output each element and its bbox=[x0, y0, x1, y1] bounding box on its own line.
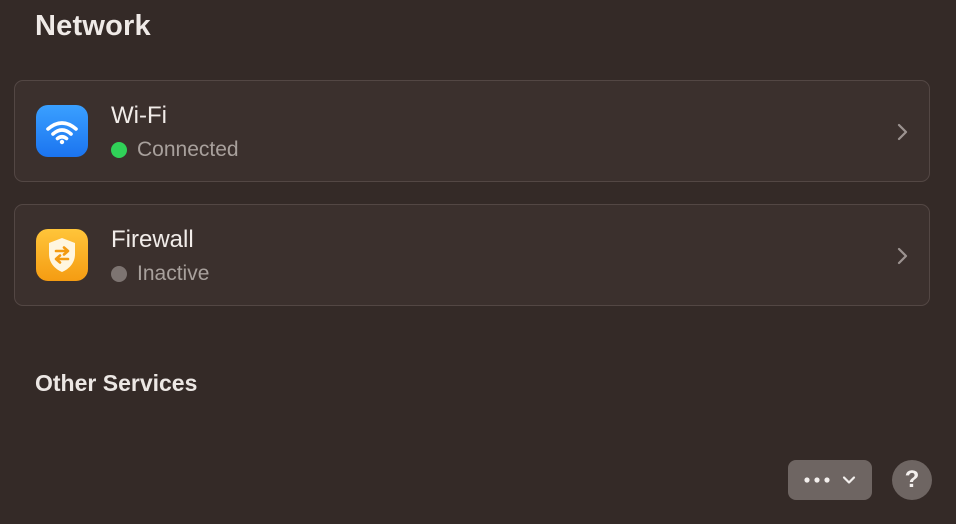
service-status: Connected bbox=[111, 138, 239, 162]
page-title: Network bbox=[35, 10, 151, 42]
chevron-right-icon bbox=[897, 247, 908, 265]
service-name: Wi-Fi bbox=[111, 102, 167, 129]
chevron-right-icon bbox=[897, 123, 908, 141]
other-services-heading: Other Services bbox=[35, 370, 198, 396]
status-indicator-connected bbox=[111, 142, 127, 158]
wifi-icon bbox=[36, 105, 88, 157]
service-row-wifi[interactable]: Wi-Fi Connected bbox=[14, 80, 930, 182]
status-text: Connected bbox=[137, 138, 239, 161]
help-button[interactable]: ? bbox=[892, 460, 932, 500]
ellipsis-icon bbox=[804, 477, 830, 483]
service-name: Firewall bbox=[111, 226, 194, 253]
more-actions-button[interactable] bbox=[788, 460, 872, 500]
firewall-shield-icon bbox=[36, 229, 88, 281]
chevron-down-icon bbox=[842, 476, 856, 484]
service-row-firewall[interactable]: Firewall Inactive bbox=[14, 204, 930, 306]
status-indicator-inactive bbox=[111, 266, 127, 282]
service-status: Inactive bbox=[111, 262, 209, 286]
status-text: Inactive bbox=[137, 262, 210, 285]
